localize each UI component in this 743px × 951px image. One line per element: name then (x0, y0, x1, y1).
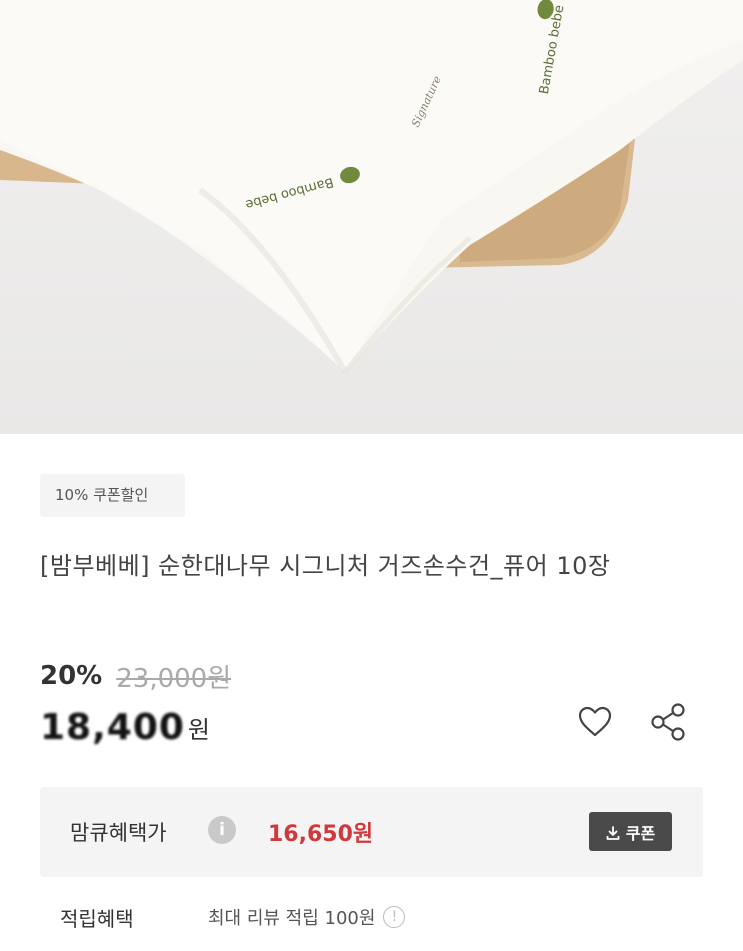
discount-row: 20% 23,000원 (40, 660, 232, 694)
original-price: 23,000원 (116, 663, 232, 694)
sale-price-row: 18,400 원 (40, 706, 210, 748)
coupon-button-label: 쿠폰 (625, 823, 656, 843)
points-row: 적립혜택 최대 리뷰 적립 100원 ! (60, 902, 406, 932)
points-info-icon[interactable]: ! (383, 906, 406, 928)
download-icon (606, 825, 620, 840)
share-icon[interactable] (650, 702, 688, 742)
coupon-discount-badge: 10% 쿠폰할인 (40, 474, 185, 517)
sale-price-unit: 원 (187, 716, 211, 744)
member-benefit-box: 맘큐혜택가 i 16,650원 쿠폰 (40, 787, 703, 877)
coupon-download-button[interactable]: 쿠폰 (589, 812, 672, 851)
wishlist-heart-icon[interactable] (577, 704, 613, 740)
discount-percent: 20% (40, 661, 103, 691)
product-image: Bamboo bebe Bamboo bebe Signature (0, 0, 743, 434)
sale-price: 18,400 (40, 707, 185, 748)
towel-illustration: Bamboo bebe Bamboo bebe Signature (0, 0, 743, 374)
info-icon[interactable]: i (208, 816, 236, 844)
member-benefit-price: 16,650원 (268, 822, 374, 847)
member-benefit-label: 맘큐혜택가 (70, 821, 167, 845)
product-title: [밤부베베] 순한대나무 시그니처 거즈손수건_퓨어 10장 (40, 552, 611, 580)
points-label: 적립혜택 (60, 906, 134, 931)
points-value: 최대 리뷰 적립 100원 (208, 908, 376, 929)
